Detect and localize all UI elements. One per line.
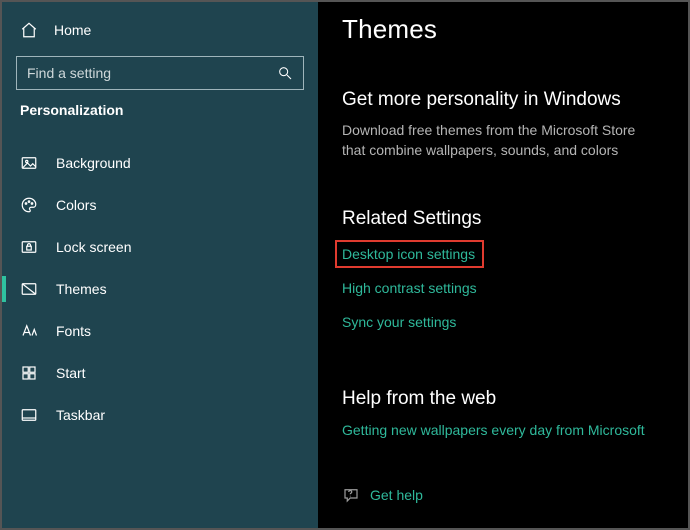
sidebar-item-label: Taskbar [56,407,105,423]
search-container [2,47,318,102]
lockscreen-icon [20,238,38,256]
home-icon [20,21,38,39]
sidebar-item-themes[interactable]: Themes [2,268,318,310]
start-icon [20,364,38,382]
search-icon [277,65,293,81]
chat-icon [342,486,360,504]
get-help-button[interactable]: Get help [342,486,664,504]
more-personality-heading: Get more personality in Windows [342,89,664,111]
sidebar-item-label: Colors [56,197,96,213]
sidebar-item-label: Start [56,365,86,381]
sidebar-item-colors[interactable]: Colors [2,184,318,226]
link-help-wallpapers[interactable]: Getting new wallpapers every day from Mi… [342,422,645,438]
more-personality-text: Download free themes from the Microsoft … [342,121,662,160]
help-from-web-heading: Help from the web [342,388,664,410]
link-desktop-icon-settings[interactable]: Desktop icon settings [335,240,484,268]
main-panel: Themes Get more personality in Windows D… [318,2,688,528]
section-label: Personalization [2,102,318,142]
page-title: Themes [342,14,664,45]
home-label: Home [54,22,91,38]
themes-icon [20,280,38,298]
sidebar-item-fonts[interactable]: Fonts [2,310,318,352]
search-box[interactable] [16,56,304,90]
nav-list: Background Colors Lock screen [2,142,318,436]
sidebar: Home Personalization Background [2,2,318,528]
get-help-label: Get help [370,487,423,503]
sidebar-item-label: Lock screen [56,239,131,255]
link-high-contrast-settings[interactable]: High contrast settings [342,280,477,296]
search-input[interactable] [27,65,269,81]
sidebar-item-lockscreen[interactable]: Lock screen [2,226,318,268]
home-button[interactable]: Home [2,15,318,47]
sidebar-item-background[interactable]: Background [2,142,318,184]
sidebar-item-taskbar[interactable]: Taskbar [2,394,318,436]
picture-icon [20,154,38,172]
sidebar-item-label: Themes [56,281,107,297]
taskbar-icon [20,406,38,424]
palette-icon [20,196,38,214]
fonts-icon [20,322,38,340]
related-settings-heading: Related Settings [342,208,664,230]
sidebar-item-label: Fonts [56,323,91,339]
sidebar-item-label: Background [56,155,131,171]
link-sync-your-settings[interactable]: Sync your settings [342,314,456,330]
sidebar-item-start[interactable]: Start [2,352,318,394]
